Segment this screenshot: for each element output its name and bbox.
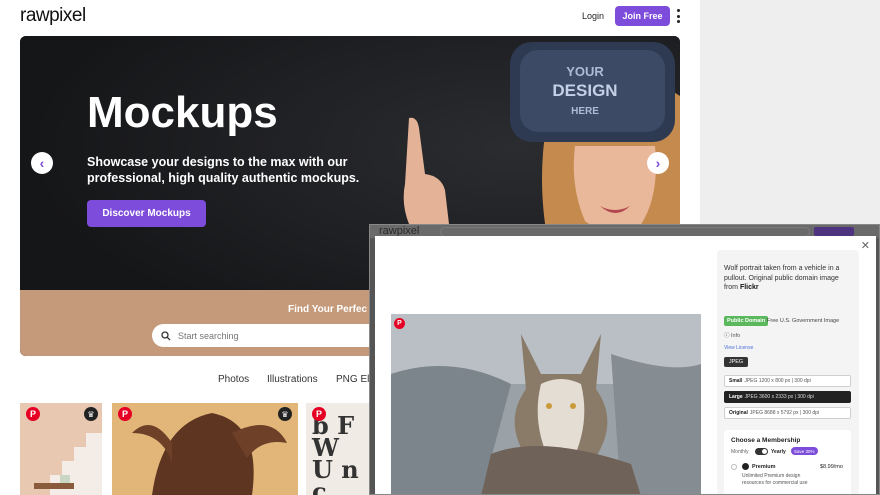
headset-text-1: YOUR	[566, 64, 604, 79]
rawpixel-logo[interactable]: rawpixel	[20, 5, 86, 27]
thumbnail-hair[interactable]: P ♛	[112, 403, 298, 495]
plan-price: $8.99/mo	[820, 464, 843, 470]
search-icon	[161, 330, 171, 340]
wolf-photo	[391, 314, 701, 494]
pinterest-icon[interactable]: P	[312, 407, 326, 421]
image-detail-modal: ✕ P Wolf portrait taken from a vehicle i…	[375, 236, 876, 494]
option-detail: JPEG 1200 x 800 px | 300 dpi	[744, 378, 811, 384]
backdrop-join	[814, 227, 854, 236]
plan-radio[interactable]	[731, 464, 737, 470]
membership-box: Choose a Membership Monthly Yearly Save …	[724, 430, 851, 494]
membership-title: Choose a Membership	[731, 437, 801, 444]
pinterest-icon[interactable]: P	[394, 318, 405, 329]
headset-text-2: DESIGN	[552, 81, 617, 100]
crown-icon: ♛	[278, 407, 292, 421]
description-source-link[interactable]: Flickr	[740, 284, 759, 291]
option-detail: JPEG 3600 x 2333 px | 300 dpi	[744, 394, 814, 400]
image-modal-screenshot: rawpixel ✕ P Wolf portrait taken from a …	[369, 224, 880, 495]
woman-hair-image	[112, 403, 298, 495]
pinterest-icon[interactable]: P	[26, 407, 40, 421]
wolf-image[interactable]	[391, 314, 701, 494]
typography-letters: b F W U n c	[312, 411, 359, 495]
size-option-large[interactable]: Large JPEG 3600 x 2333 px | 300 dpi	[724, 391, 851, 403]
download-panel: Wolf portrait taken from a vehicle in a …	[717, 250, 859, 494]
option-name: Original	[729, 410, 748, 416]
category-photos[interactable]: Photos	[218, 374, 249, 385]
search-input[interactable]	[178, 330, 358, 341]
login-link[interactable]: Login	[582, 11, 604, 21]
info-link[interactable]: ⓘ Info	[724, 331, 740, 339]
category-illustrations[interactable]: Illustrations	[267, 374, 318, 385]
close-icon[interactable]: ✕	[861, 239, 870, 252]
pinterest-icon[interactable]: P	[118, 407, 132, 421]
info-label: Info	[731, 333, 741, 339]
size-option-original[interactable]: Original JPEG 8688 x 5792 px | 300 dpi	[724, 407, 851, 419]
option-name: Large	[729, 394, 743, 400]
view-license-link[interactable]: View License	[724, 345, 753, 351]
monthly-label: Monthly	[731, 449, 749, 455]
billing-toggle[interactable]	[755, 448, 768, 455]
category-png-elements[interactable]: PNG El	[336, 374, 369, 385]
size-option-small[interactable]: Small JPEG 1200 x 800 px | 300 dpi	[724, 375, 851, 387]
more-menu-icon[interactable]	[675, 9, 681, 23]
find-perfect-label: Find Your Perfec	[288, 304, 368, 315]
crown-icon: ♛	[84, 407, 98, 421]
yearly-label: Yearly	[771, 449, 786, 455]
plan-name: Premium	[752, 464, 776, 470]
public-domain-badge: Public Domain	[724, 316, 769, 326]
hero-subtitle: Showcase your designs to the max with ou…	[87, 155, 360, 185]
thumbnail-stairs[interactable]: P ♛	[20, 403, 102, 495]
hero-title: Mockups	[87, 88, 278, 137]
join-free-button[interactable]: Join Free	[615, 6, 670, 26]
government-image-note: Free U.S. Government Image	[767, 318, 840, 324]
hero-search-bar[interactable]	[152, 324, 392, 347]
carousel-next-icon[interactable]: ›	[647, 152, 669, 174]
headset-text-3: HERE	[571, 106, 599, 117]
premium-icon	[742, 463, 749, 470]
carousel-prev-icon[interactable]: ‹	[31, 152, 53, 174]
save-badge: Save 30%	[791, 447, 818, 455]
format-jpeg-tab[interactable]: JPEG	[724, 357, 748, 367]
image-description: Wolf portrait taken from a vehicle in a …	[724, 264, 854, 293]
option-name: Small	[729, 378, 743, 384]
option-detail: JPEG 8688 x 5792 px | 300 dpi	[749, 410, 820, 416]
thumbnail-typography[interactable]: b F W U n c P	[306, 403, 370, 495]
discover-mockups-button[interactable]: Discover Mockups	[87, 200, 206, 227]
plan-description: Unlimited Premium design resources for c…	[742, 473, 808, 486]
